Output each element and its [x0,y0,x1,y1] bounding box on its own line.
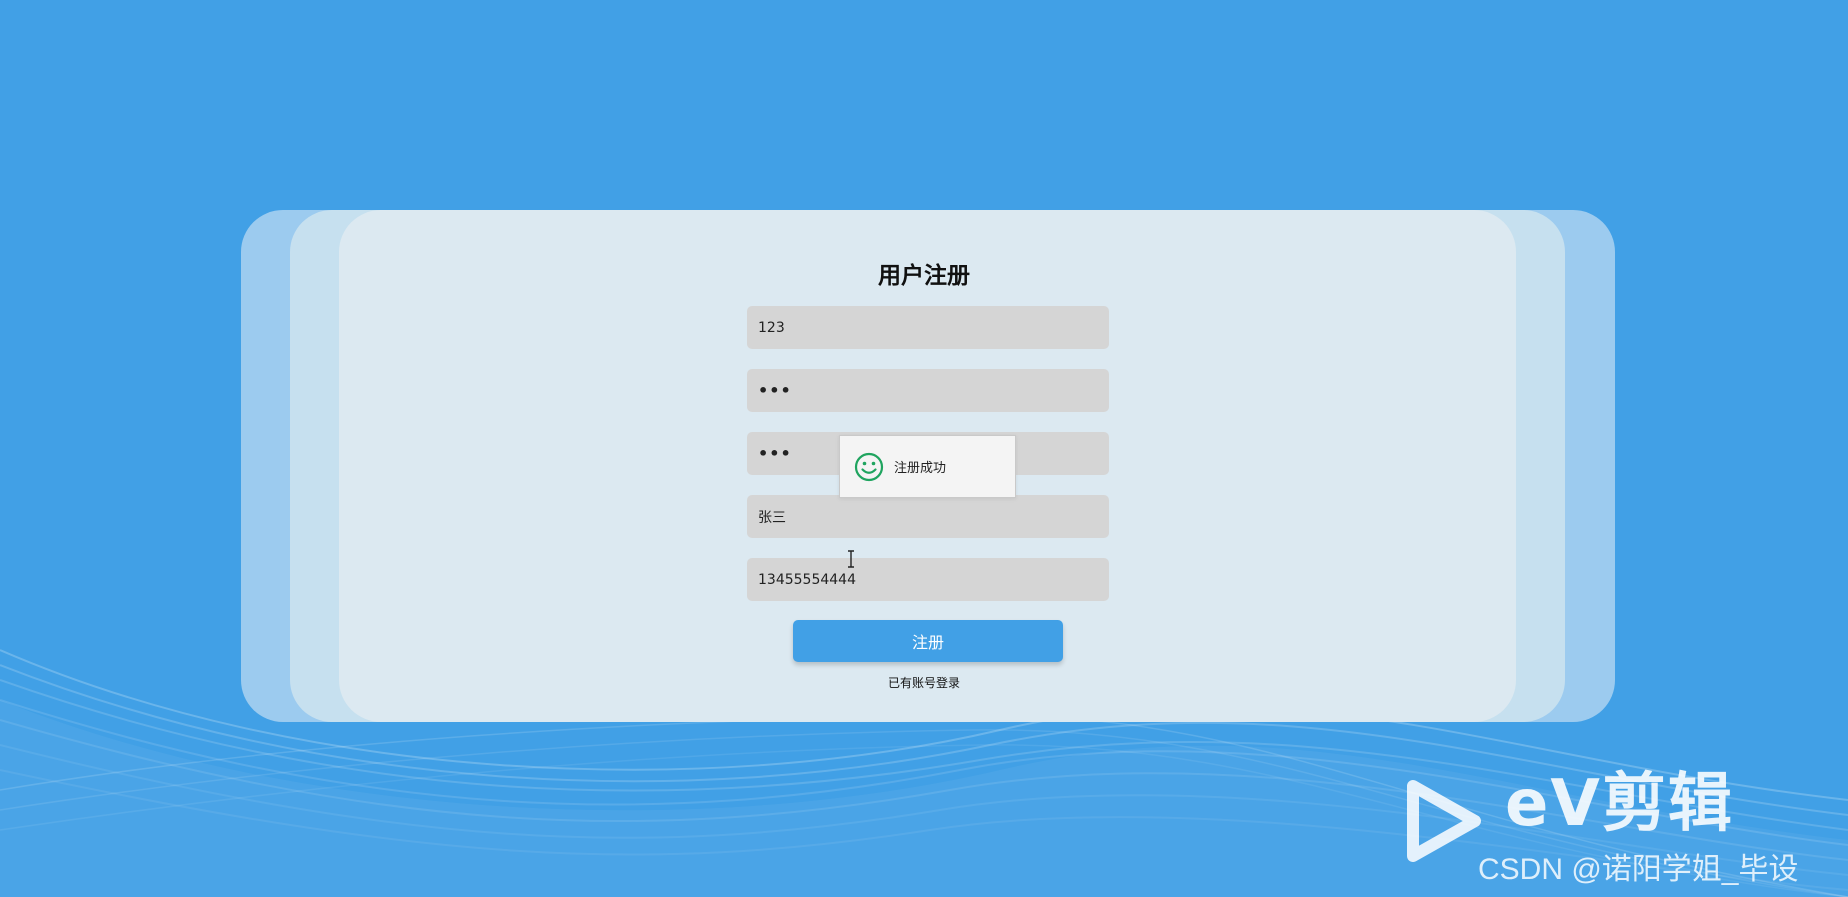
name-input[interactable]: 张三 [747,495,1109,538]
toast-message: 注册成功 [894,461,947,476]
username-input[interactable]: 123 [747,306,1109,349]
watermark-credit: CSDN @诺阳学姐_毕设 [1478,853,1799,886]
success-toast: 注册成功 [839,435,1016,498]
phone-input[interactable]: 13455554444 [747,558,1109,601]
password-input[interactable]: ••• [747,369,1109,412]
login-link[interactable]: 已有账号登录 [0,674,1848,691]
watermark-brand: eV剪辑 [1505,767,1734,841]
smile-icon [854,452,884,481]
play-icon [1407,780,1481,862]
text-cursor-icon [848,550,854,568]
page-title: 用户注册 [878,263,970,289]
register-button[interactable]: 注册 [793,620,1063,662]
